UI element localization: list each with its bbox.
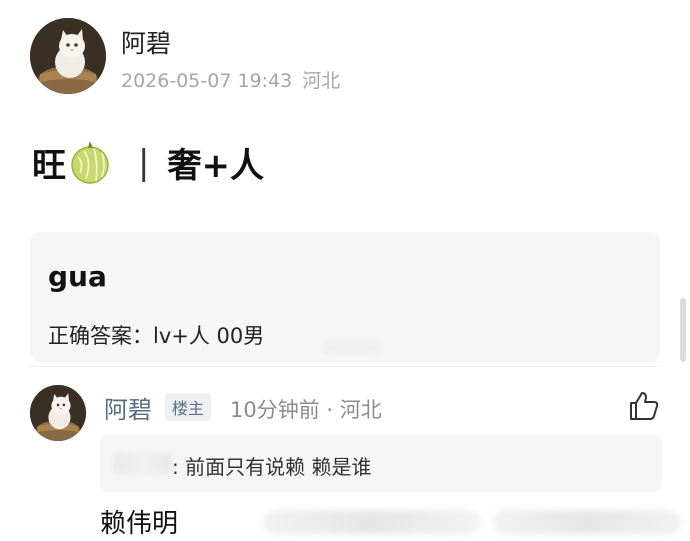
watermark	[322, 340, 382, 354]
quoted-reply-text: : 前面只有说赖 赖是谁	[172, 455, 372, 479]
blurred-overlay	[492, 510, 682, 534]
post-meta: 2026-05-07 19:43 河北	[121, 66, 340, 93]
card-title: gua	[48, 260, 107, 293]
comment-meta: 10分钟前 · 河北	[230, 398, 382, 422]
cat-avatar-image	[30, 385, 86, 441]
scrollbar[interactable]	[680, 298, 686, 362]
comment-author-avatar[interactable]	[30, 385, 86, 441]
card-answer: 正确答案：lv+人 00男	[48, 324, 265, 348]
post-text-part1: 旺	[32, 146, 66, 186]
op-badge: 楼主	[165, 393, 212, 421]
post-timestamp: 2026-05-07 19:43	[121, 70, 293, 92]
post-location: 河北	[302, 70, 341, 92]
blurred-overlay	[262, 510, 480, 534]
divider	[30, 366, 660, 367]
comment-author-name[interactable]: 阿碧	[104, 390, 152, 425]
post-text-part2: 奢+人	[167, 146, 264, 186]
thumbs-up-icon[interactable]	[627, 389, 661, 423]
post-text-separator: |	[138, 142, 150, 183]
blurred-username	[114, 452, 172, 474]
post-author-avatar[interactable]	[30, 18, 106, 94]
melon-icon	[68, 140, 112, 185]
comment-text: 赖伟明	[100, 509, 179, 539]
post-author-name[interactable]: 阿碧	[121, 24, 171, 60]
cat-avatar-image	[30, 18, 106, 94]
weibo-post-page: 阿碧 2026-05-07 19:43 河北 旺 | 奢+人 gua 正确答案：l…	[0, 0, 690, 541]
post-text: 旺 | 奢+人	[32, 138, 264, 187]
quoted-reply[interactable]: : 前面只有说赖 赖是谁	[100, 434, 662, 492]
